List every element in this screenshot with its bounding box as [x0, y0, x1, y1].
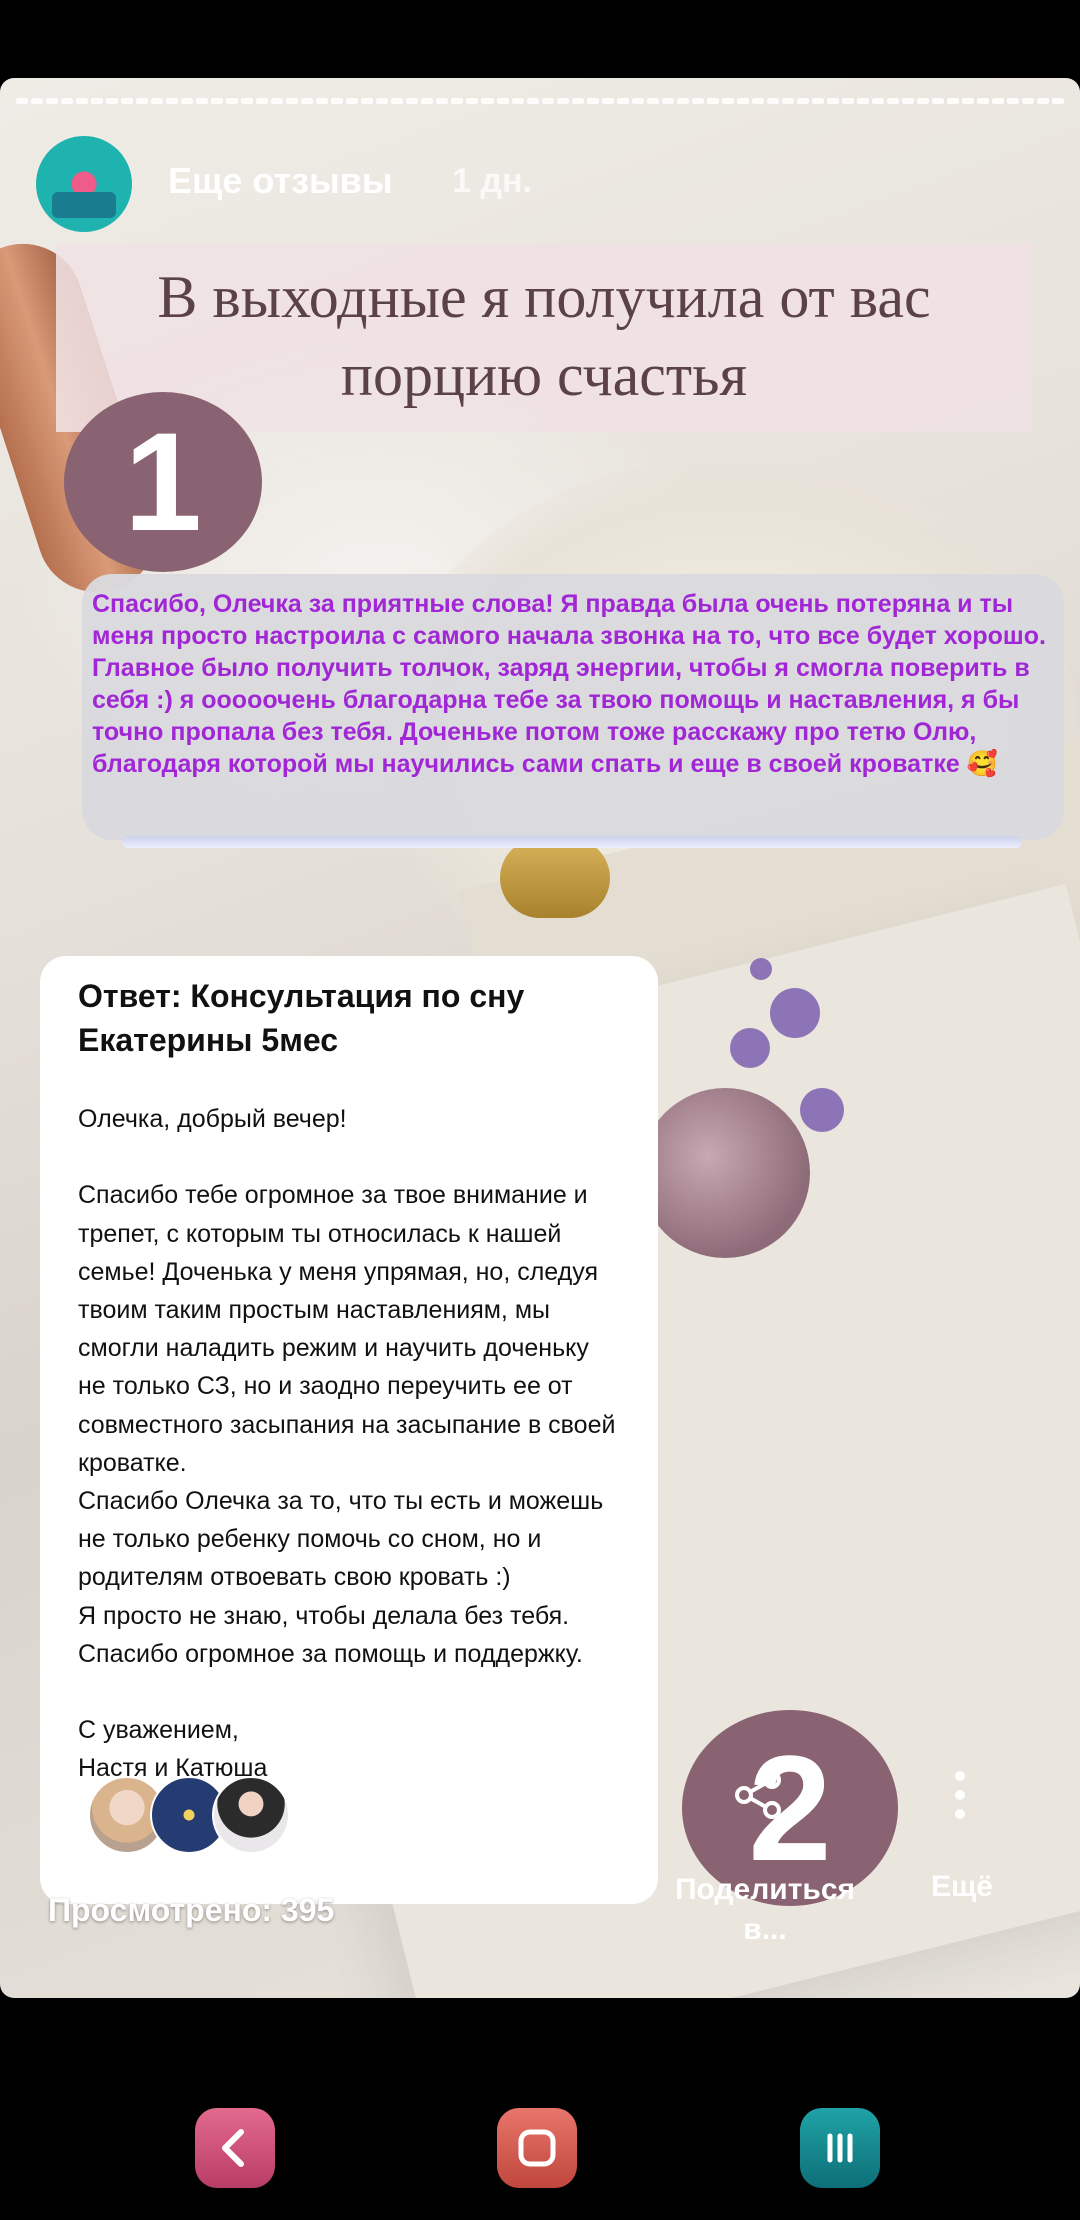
- more-vertical-icon[interactable]: [950, 1770, 970, 1820]
- background-gold-stamp: [500, 838, 610, 918]
- quote-underlay-strip: [122, 836, 1022, 848]
- email-card: Ответ: Консультация по сну Екатерины 5ме…: [40, 956, 658, 1904]
- recent-apps-icon: [827, 2133, 853, 2163]
- review-quote-box: Спасибо, Олечка за приятные слова! Я пра…: [82, 574, 1064, 848]
- back-chevron-icon: [222, 2129, 244, 2167]
- flower-image: [770, 988, 820, 1038]
- viewer-avatars[interactable]: [88, 1776, 298, 1854]
- email-subject: Ответ: Консультация по сну Екатерины 5ме…: [78, 978, 525, 1058]
- views-count[interactable]: Просмотрено: 395: [48, 1892, 334, 1929]
- nav-home-button[interactable]: [497, 2108, 577, 2188]
- story-timestamp: 1 дн.: [452, 162, 532, 200]
- number-badge-1: 1: [64, 392, 262, 572]
- share-button[interactable]: Поделиться в...: [660, 1870, 870, 1950]
- story-progress-bar: [16, 98, 1065, 104]
- flower-image: [730, 1028, 770, 1068]
- author-avatar[interactable]: [36, 136, 132, 232]
- flower-image: [800, 1088, 844, 1132]
- home-square-icon: [518, 2129, 556, 2167]
- share-icon[interactable]: [734, 1770, 784, 1820]
- nav-back-button[interactable]: [195, 2108, 275, 2188]
- viewer-avatar: [212, 1776, 290, 1854]
- review-quote-text: Спасибо, Олечка за приятные слова! Я пра…: [92, 590, 1046, 778]
- story-author-name[interactable]: Еще отзывы: [168, 160, 393, 202]
- story-title: В выходные я получила от вас порцию счас…: [157, 264, 931, 408]
- email-body: Олечка, добрый вечер! Спасибо тебе огром…: [78, 1105, 616, 1783]
- nav-recent-apps-button[interactable]: [800, 2108, 880, 2188]
- flower-image: [750, 958, 772, 980]
- wax-seal-image: [640, 1088, 810, 1258]
- more-button[interactable]: Ещё: [912, 1870, 1012, 1904]
